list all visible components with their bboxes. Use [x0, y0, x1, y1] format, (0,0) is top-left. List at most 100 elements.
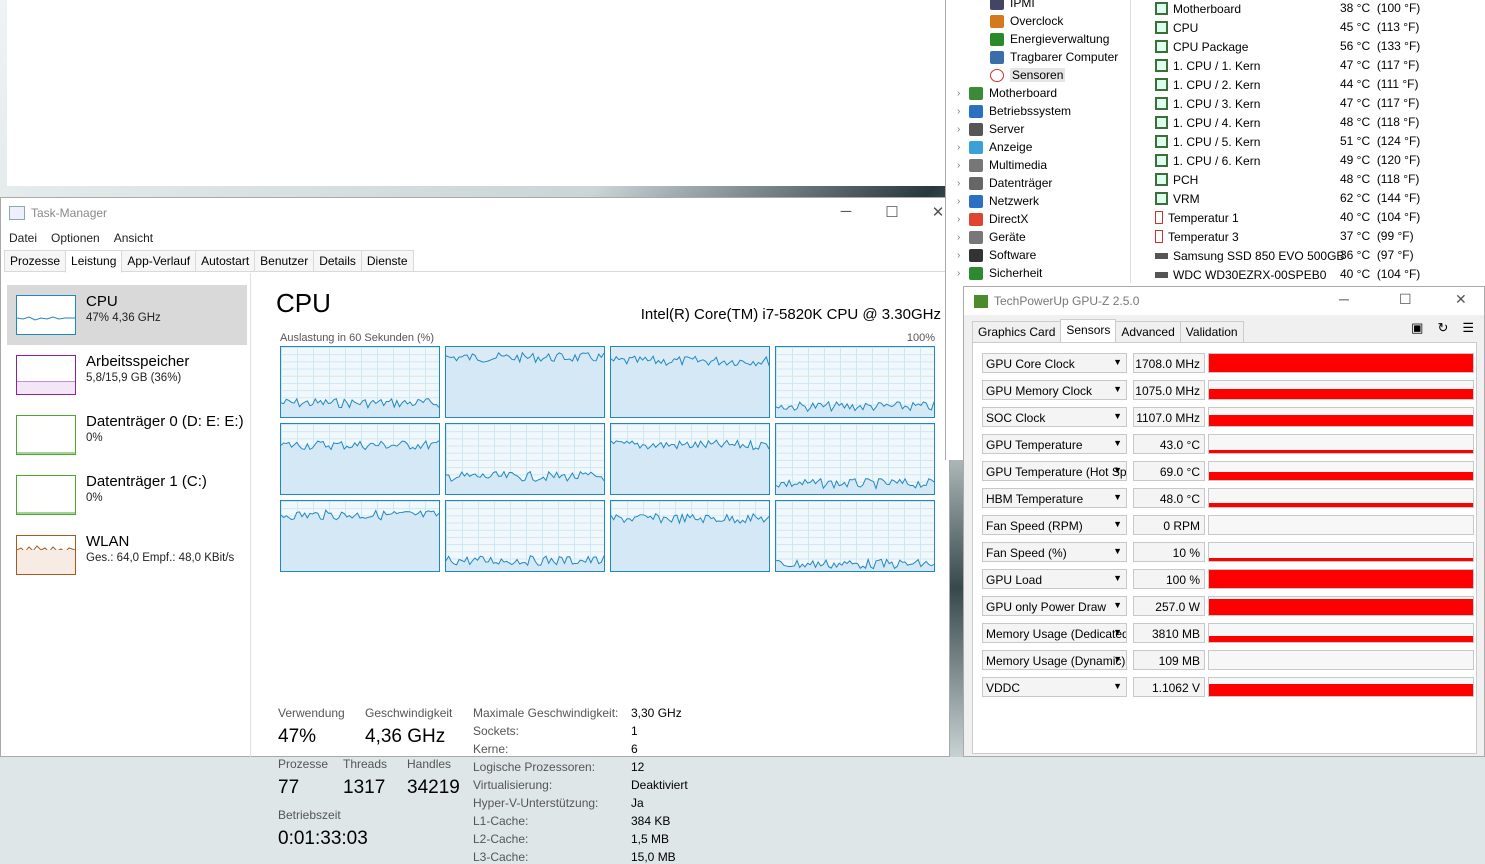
- camera-icon[interactable]: ▣: [1411, 320, 1423, 336]
- dropdown-arrow-icon[interactable]: ▼: [1113, 357, 1122, 367]
- gpuz-maximize-icon[interactable]: ☐: [1399, 291, 1412, 308]
- gpuz-sensor-select[interactable]: GPU only Power Draw ▼: [982, 596, 1127, 616]
- maximize-icon[interactable]: ☐: [869, 203, 915, 221]
- expand-arrow-icon[interactable]: ›: [957, 232, 969, 243]
- tree-item[interactable]: › Geräte: [957, 228, 1026, 246]
- blank-window: [7, 0, 945, 186]
- dropdown-arrow-icon[interactable]: ▼: [1113, 411, 1122, 421]
- sensor-row[interactable]: Motherboard: [1155, 0, 1241, 18]
- sensor-row[interactable]: PCH: [1155, 170, 1198, 189]
- gpuz-sensor-select[interactable]: GPU Temperature (Hot Spot) ▼: [982, 461, 1127, 481]
- menu-icon[interactable]: ☰: [1462, 320, 1474, 336]
- gpuz-sensor-graph: [1208, 677, 1474, 697]
- sidebar-item-2[interactable]: Datenträger 0 (D: E: E:) 0%: [7, 405, 247, 465]
- dropdown-arrow-icon[interactable]: ▼: [1113, 519, 1122, 529]
- sidebar-item-0[interactable]: CPU 47% 4,36 GHz: [7, 285, 247, 345]
- sidebar-item-4[interactable]: WLAN Ges.: 64,0 Empf.: 48,0 KBit/s: [7, 525, 247, 585]
- menu-item-1[interactable]: Optionen: [51, 231, 100, 245]
- sensor-row[interactable]: Temperatur 1: [1155, 208, 1239, 227]
- tree-item[interactable]: › Betriebssystem: [957, 102, 1071, 120]
- dropdown-arrow-icon[interactable]: ▼: [1113, 438, 1122, 448]
- expand-arrow-icon[interactable]: ›: [957, 160, 969, 171]
- tree-item[interactable]: › Anzeige: [957, 138, 1032, 156]
- tree-item[interactable]: › Server: [957, 120, 1024, 138]
- dropdown-arrow-icon[interactable]: ▼: [1113, 384, 1122, 394]
- gpuz-sensor-select[interactable]: GPU Memory Clock ▼: [982, 380, 1127, 400]
- sensor-row[interactable]: 1. CPU / 2. Kern: [1155, 75, 1260, 94]
- tab-1[interactable]: Leistung: [65, 250, 123, 273]
- dropdown-arrow-icon[interactable]: ▼: [1113, 681, 1122, 691]
- tab-6[interactable]: Dienste: [360, 250, 414, 271]
- tree-item[interactable]: Sensoren: [990, 66, 1066, 84]
- gpuz-sensor-select[interactable]: Fan Speed (RPM) ▼: [982, 515, 1127, 535]
- menu-item-0[interactable]: Datei: [9, 231, 37, 245]
- expand-arrow-icon[interactable]: ›: [957, 142, 969, 153]
- expand-arrow-icon[interactable]: ›: [957, 250, 969, 261]
- tab-3[interactable]: Autostart: [195, 250, 256, 271]
- tree-item[interactable]: › Netzwerk: [957, 192, 1039, 210]
- sensor-row[interactable]: WDC WD30EZRX-00SPEB0: [1155, 265, 1326, 284]
- tree-item[interactable]: › Motherboard: [957, 84, 1057, 102]
- tree-item[interactable]: › Datenträger: [957, 174, 1052, 192]
- expand-arrow-icon[interactable]: ›: [957, 196, 969, 207]
- gpuz-sensor-select[interactable]: SOC Clock ▼: [982, 407, 1127, 427]
- detail-value: 384 KB: [631, 814, 671, 828]
- expand-arrow-icon[interactable]: ›: [957, 268, 969, 279]
- tree-item[interactable]: Energieverwaltung: [990, 30, 1109, 48]
- dropdown-arrow-icon[interactable]: ▼: [1113, 654, 1122, 664]
- dropdown-arrow-icon[interactable]: ▼: [1113, 600, 1122, 610]
- gpuz-sensor-select[interactable]: GPU Load ▼: [982, 569, 1127, 589]
- gpuz-tab-2[interactable]: Advanced: [1115, 321, 1181, 343]
- dropdown-arrow-icon[interactable]: ▼: [1113, 573, 1122, 583]
- refresh-icon[interactable]: ↻: [1437, 320, 1448, 336]
- tab-2[interactable]: App-Verlauf: [121, 250, 197, 271]
- sidebar-item-3[interactable]: Datenträger 1 (C:) 0%: [7, 465, 247, 525]
- tree-item[interactable]: Overclock: [990, 12, 1063, 30]
- dropdown-arrow-icon[interactable]: ▼: [1113, 492, 1122, 502]
- sensor-row[interactable]: CPU Package: [1155, 37, 1248, 56]
- gpuz-tab-3[interactable]: Validation: [1179, 321, 1244, 343]
- menu-item-2[interactable]: Ansicht: [114, 231, 153, 245]
- gpuz-sensor-select[interactable]: Memory Usage (Dynamic) ▼: [982, 650, 1127, 670]
- title-bar[interactable]: Task-Manager ─ ☐ ✕: [1, 198, 949, 228]
- tree-item[interactable]: Tragbarer Computer: [990, 48, 1118, 66]
- dropdown-arrow-icon[interactable]: ▼: [1113, 465, 1122, 475]
- gpuz-sensor-select[interactable]: Fan Speed (%) ▼: [982, 542, 1127, 562]
- gpuz-sensor-select[interactable]: VDDC ▼: [982, 677, 1127, 697]
- sensor-row[interactable]: VRM: [1155, 189, 1200, 208]
- minimize-icon[interactable]: ─: [823, 203, 869, 220]
- gpuz-minimize-icon[interactable]: ─: [1339, 291, 1349, 307]
- tab-0[interactable]: Prozesse: [4, 250, 67, 271]
- dropdown-arrow-icon[interactable]: ▼: [1113, 546, 1122, 556]
- expand-arrow-icon[interactable]: ›: [957, 214, 969, 225]
- sidebar-item-1[interactable]: Arbeitsspeicher 5,8/15,9 GB (36%): [7, 345, 247, 405]
- tree-item[interactable]: › Sicherheit: [957, 264, 1042, 282]
- sensor-row[interactable]: 1. CPU / 6. Kern: [1155, 151, 1260, 170]
- gpuz-sensor-select[interactable]: GPU Core Clock ▼: [982, 353, 1127, 373]
- tab-5[interactable]: Details: [313, 250, 362, 271]
- expand-arrow-icon[interactable]: ›: [957, 88, 969, 99]
- tree-item[interactable]: IPMI: [990, 0, 1035, 12]
- tree-item[interactable]: › DirectX: [957, 210, 1028, 228]
- dropdown-arrow-icon[interactable]: ▼: [1113, 627, 1122, 637]
- gpuz-tab-1[interactable]: Sensors: [1060, 319, 1117, 343]
- expand-arrow-icon[interactable]: ›: [957, 124, 969, 135]
- sensor-row[interactable]: CPU: [1155, 18, 1198, 37]
- gpuz-sensor-select[interactable]: GPU Temperature ▼: [982, 434, 1127, 454]
- gpuz-sensor-select[interactable]: HBM Temperature ▼: [982, 488, 1127, 508]
- gpuz-close-icon[interactable]: ✕: [1455, 291, 1467, 308]
- sensor-row[interactable]: Samsung SSD 850 EVO 500GB: [1155, 246, 1344, 265]
- sensor-row[interactable]: 1. CPU / 4. Kern: [1155, 113, 1260, 132]
- gpuz-graph-fill: [1209, 388, 1473, 399]
- sensor-row[interactable]: 1. CPU / 3. Kern: [1155, 94, 1260, 113]
- gpuz-sensor-select[interactable]: Memory Usage (Dedicated) ▼: [982, 623, 1127, 643]
- tab-4[interactable]: Benutzer: [254, 250, 315, 271]
- sensor-row[interactable]: 1. CPU / 1. Kern: [1155, 56, 1260, 75]
- expand-arrow-icon[interactable]: ›: [957, 178, 969, 189]
- sensor-row[interactable]: Temperatur 3: [1155, 227, 1239, 246]
- expand-arrow-icon[interactable]: ›: [957, 106, 969, 117]
- sensor-row[interactable]: 1. CPU / 5. Kern: [1155, 132, 1260, 151]
- gpuz-tab-0[interactable]: Graphics Card: [972, 321, 1062, 343]
- tree-item[interactable]: › Software: [957, 246, 1036, 264]
- tree-item[interactable]: › Multimedia: [957, 156, 1047, 174]
